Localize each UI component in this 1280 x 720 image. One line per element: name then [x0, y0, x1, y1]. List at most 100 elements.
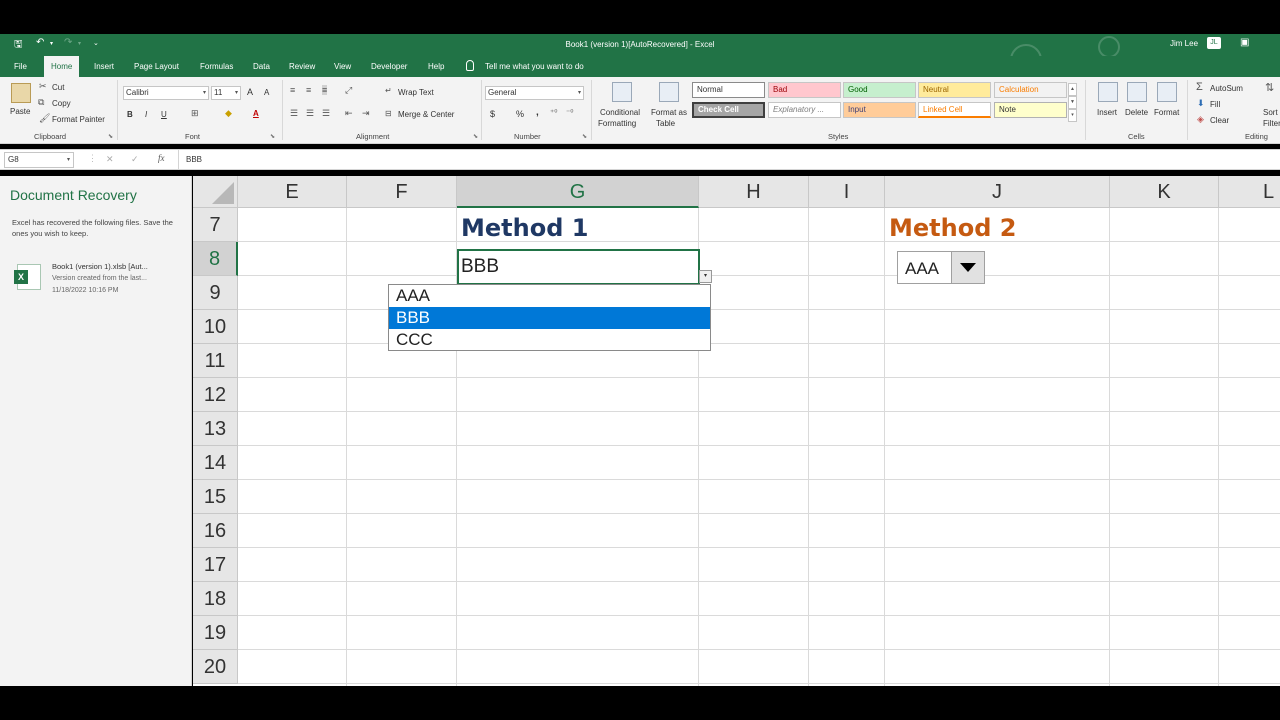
tab-view[interactable]: View — [334, 56, 351, 77]
row-header-9[interactable]: 9 — [193, 276, 238, 310]
increase-decimal-icon[interactable]: ⁺⁰ — [550, 108, 557, 117]
tab-review[interactable]: Review — [289, 56, 315, 77]
dropdown-option-aaa[interactable]: AAA — [389, 285, 710, 307]
increase-indent-icon[interactable]: ⇥ — [362, 108, 370, 119]
sort-filter-label-1[interactable]: Sort & — [1263, 108, 1280, 117]
column-header-g[interactable]: G — [457, 176, 699, 208]
font-name-select[interactable]: Calibri ▾ — [123, 86, 209, 100]
align-bottom-icon[interactable]: ≡ — [322, 85, 328, 95]
column-header-j[interactable]: J — [885, 176, 1110, 208]
row-header-11[interactable]: 11 — [193, 344, 238, 378]
row-header-15[interactable]: 15 — [193, 480, 238, 514]
decrease-decimal-icon[interactable]: ⁻⁰ — [566, 108, 573, 117]
cell-style-linked-cell[interactable]: Linked Cell — [918, 102, 991, 118]
cell-style-input[interactable]: Input — [843, 102, 916, 118]
row-header-20[interactable]: 20 — [193, 650, 238, 684]
align-right-icon[interactable]: ☰ — [322, 108, 330, 119]
tab-help[interactable]: Help — [428, 56, 444, 77]
paste-button[interactable]: Paste — [10, 107, 30, 116]
number-launcher-icon[interactable]: ⬊ — [582, 133, 587, 140]
combo-box-dropdown-button[interactable] — [951, 252, 984, 283]
format-as-table-label-1[interactable]: Format as — [651, 108, 687, 117]
format-painter-icon[interactable]: 🖌 — [39, 113, 50, 124]
sort-filter-label-2[interactable]: Filter — [1263, 119, 1280, 128]
increase-font-size-button[interactable]: A — [247, 87, 253, 97]
row-header-10[interactable]: 10 — [193, 310, 238, 344]
autosum-button[interactable]: AutoSum — [1210, 84, 1243, 93]
name-box[interactable]: G8 ▾ — [4, 152, 74, 168]
fill-button[interactable]: Fill — [1210, 100, 1220, 109]
row-header-12[interactable]: 12 — [193, 378, 238, 412]
insert-cells-icon[interactable] — [1098, 82, 1118, 102]
select-all-button[interactable] — [193, 176, 238, 208]
dropdown-option-ccc[interactable]: CCC — [389, 329, 710, 351]
tab-data[interactable]: Data — [253, 56, 270, 77]
user-name[interactable]: Jim Lee — [1170, 39, 1198, 48]
user-avatar[interactable]: JL — [1207, 37, 1221, 49]
insert-cells-button[interactable]: Insert — [1097, 108, 1117, 117]
tab-insert[interactable]: Insert — [94, 56, 114, 77]
styles-scroll-up-icon[interactable]: ▲ — [1068, 83, 1077, 96]
format-cells-icon[interactable] — [1157, 82, 1177, 102]
tab-developer[interactable]: Developer — [371, 56, 407, 77]
fill-color-icon[interactable]: ◆ — [225, 108, 232, 119]
column-header-l[interactable]: L — [1219, 176, 1280, 208]
styles-more-icon[interactable]: ▾ — [1068, 109, 1077, 122]
decrease-font-size-button[interactable]: A — [264, 88, 269, 97]
dropdown-option-bbb[interactable]: BBB — [389, 307, 710, 329]
data-validation-list[interactable]: AAA BBB CCC — [388, 284, 711, 351]
format-as-table-label-2[interactable]: Table — [656, 119, 675, 128]
cell-style-neutral[interactable]: Neutral — [918, 82, 991, 98]
currency-button[interactable]: $ — [490, 109, 495, 119]
cell-style-good[interactable]: Good — [843, 82, 916, 98]
align-top-icon[interactable]: ≡ — [290, 85, 295, 95]
delete-cells-button[interactable]: Delete — [1125, 108, 1148, 117]
alignment-launcher-icon[interactable]: ⬊ — [473, 133, 478, 140]
cell-style-note[interactable]: Note — [994, 102, 1067, 118]
conditional-formatting-label-2[interactable]: Formatting — [598, 119, 636, 128]
column-header-i[interactable]: I — [809, 176, 885, 208]
styles-scroll-down-icon[interactable]: ▼ — [1068, 96, 1077, 109]
active-cell-g8[interactable]: BBB — [457, 249, 700, 285]
bold-button[interactable]: B — [127, 110, 133, 119]
font-launcher-icon[interactable]: ⬊ — [270, 133, 275, 140]
format-as-table-icon[interactable] — [659, 82, 679, 102]
cancel-icon[interactable]: ✕ — [106, 154, 114, 165]
wrap-text-button[interactable]: Wrap Text — [398, 88, 434, 97]
borders-icon[interactable]: ⊞ — [191, 108, 199, 119]
tab-page-layout[interactable]: Page Layout — [134, 56, 179, 77]
decrease-indent-icon[interactable]: ⇤ — [345, 108, 353, 119]
clear-button[interactable]: Clear — [1210, 116, 1229, 125]
cell-style-calculation[interactable]: Calculation — [994, 82, 1067, 98]
recovered-file-timestamp[interactable]: 11/18/2022 10:16 PM — [52, 287, 118, 294]
comma-button[interactable]: , — [536, 107, 539, 118]
row-header-7[interactable]: 7 — [193, 208, 238, 242]
column-header-e[interactable]: E — [238, 176, 347, 208]
align-middle-icon[interactable]: ≡ — [306, 85, 311, 95]
align-left-icon[interactable]: ☰ — [290, 108, 298, 119]
combo-box-control[interactable]: AAA — [897, 251, 985, 284]
format-painter-button[interactable]: Format Painter — [52, 115, 105, 124]
cell-style-bad[interactable]: Bad — [768, 82, 841, 98]
cut-button[interactable]: Cut — [52, 83, 64, 92]
font-color-button[interactable]: A — [253, 109, 259, 118]
wrap-text-icon[interactable]: ↵ — [385, 86, 392, 95]
ribbon-display-options-icon[interactable]: ▣ — [1240, 37, 1249, 48]
cell-style-normal[interactable]: Normal — [692, 82, 765, 98]
percent-button[interactable]: % — [516, 109, 524, 119]
tab-formulas[interactable]: Formulas — [200, 56, 233, 77]
delete-cells-icon[interactable] — [1127, 82, 1147, 102]
row-header-14[interactable]: 14 — [193, 446, 238, 480]
column-header-f[interactable]: F — [347, 176, 457, 208]
paste-icon[interactable] — [11, 83, 31, 103]
tell-me-search[interactable]: Tell me what you want to do — [485, 56, 584, 77]
method-1-heading[interactable]: Method 1 — [461, 214, 588, 242]
copy-button[interactable]: Copy — [52, 99, 71, 108]
tab-home[interactable]: Home — [44, 56, 80, 77]
formula-input[interactable]: BBB — [178, 150, 1280, 169]
row-header-17[interactable]: 17 — [193, 548, 238, 582]
clipboard-launcher-icon[interactable]: ⬊ — [108, 133, 113, 140]
underline-button[interactable]: U — [161, 110, 167, 119]
cell-style-check-cell[interactable]: Check Cell — [692, 102, 765, 118]
tab-file[interactable]: File — [14, 56, 27, 77]
